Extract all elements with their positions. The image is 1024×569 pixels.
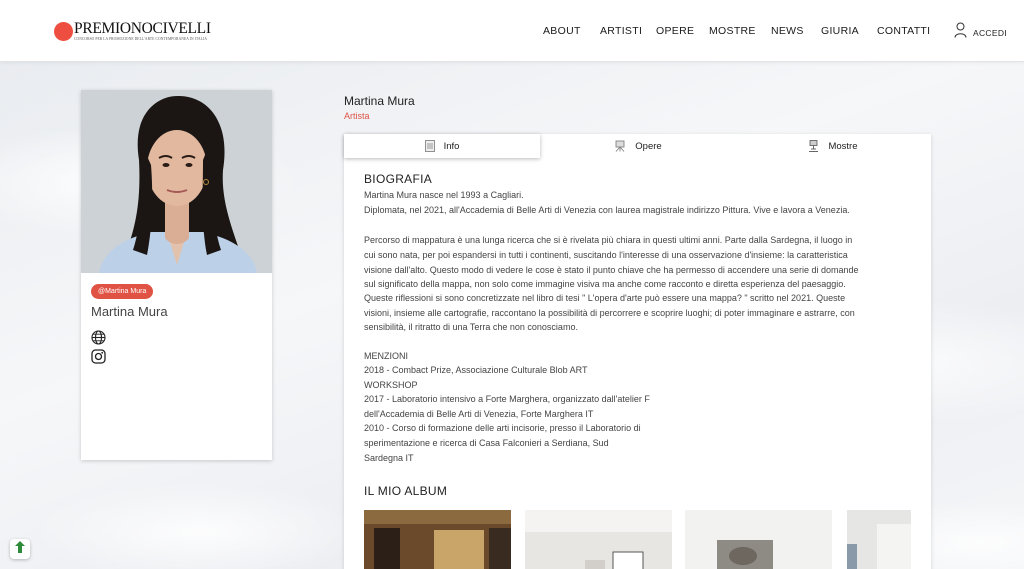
nav-item-news[interactable]: NEWS bbox=[771, 25, 804, 37]
bio-line: 2010 - Corso di formazione delle arti in… bbox=[364, 423, 641, 433]
album-heading: IL MIO ALBUM bbox=[364, 484, 448, 498]
exhibition-icon bbox=[808, 140, 819, 152]
bio-line: 2018 - Combact Prize, Associazione Cultu… bbox=[364, 365, 588, 375]
tab-info-label: Info bbox=[443, 140, 460, 152]
nav-item-about[interactable]: ABOUT bbox=[543, 25, 581, 37]
instagram-icon[interactable] bbox=[91, 349, 106, 369]
bio-line: WORKSHOP bbox=[364, 380, 418, 390]
nav-item-artisti[interactable]: ARTISTI bbox=[600, 25, 642, 37]
bio-line: sensibilità, il ritratto di una Terra ch… bbox=[364, 322, 578, 332]
profile-name: Martina Mura bbox=[91, 304, 168, 319]
tab-mostre[interactable]: Mostre bbox=[735, 134, 931, 158]
arrow-up-icon bbox=[15, 540, 25, 558]
artist-role: Artista bbox=[344, 111, 370, 121]
album-photo[interactable] bbox=[847, 510, 911, 569]
bio-line: MENZIONI bbox=[364, 351, 408, 361]
profile-card: @Martina Mura Martina Mura bbox=[81, 90, 272, 460]
logo-tagline: CONCORSO PER LA PROMOZIONE DELL'ARTE CON… bbox=[74, 37, 208, 41]
artist-photo bbox=[81, 90, 272, 273]
bio-line: Sardegna IT bbox=[364, 453, 414, 463]
album-photo[interactable] bbox=[364, 510, 511, 569]
album-photo[interactable] bbox=[525, 510, 672, 569]
bio-line: Queste riflessioni si sono concretizzate… bbox=[364, 293, 846, 303]
artist-content-panel: Info Opere Mostre BIOGRAFIA Martina Mura… bbox=[344, 134, 931, 569]
info-document-icon bbox=[424, 140, 435, 152]
tab-opere[interactable]: Opere bbox=[540, 134, 736, 158]
biography-heading: BIOGRAFIA bbox=[364, 172, 433, 186]
artist-name: Martina Mura bbox=[344, 94, 415, 108]
nav-item-opere[interactable]: OPERE bbox=[656, 25, 694, 37]
bio-line: Diplomata, nel 2021, all'Accademia di Be… bbox=[364, 205, 850, 215]
login-button[interactable]: ACCEDI bbox=[954, 22, 1007, 43]
bio-line: dell'Accademia di Belle Arti di Venezia,… bbox=[364, 409, 594, 419]
accessibility-button[interactable] bbox=[10, 539, 30, 559]
tab-info[interactable]: Info bbox=[344, 134, 540, 158]
logo-red-dot bbox=[54, 22, 73, 41]
bio-line: sperimentazione e ricerca di Casa Falcon… bbox=[364, 438, 609, 448]
nav-item-contatti[interactable]: CONTATTI bbox=[877, 25, 930, 37]
bio-line: Percorso di mappatura è una lunga ricerc… bbox=[364, 235, 853, 245]
bio-line: visioni, insieme alle cartografie, racco… bbox=[364, 308, 855, 318]
tab-mostre-label: Mostre bbox=[828, 140, 858, 152]
nav-item-mostre[interactable]: MOSTRE bbox=[709, 25, 756, 37]
login-label: ACCEDI bbox=[973, 27, 1007, 38]
easel-icon bbox=[614, 140, 626, 152]
site-header: PREMIONOCIVELLI CONCORSO PER LA PROMOZIO… bbox=[0, 0, 1024, 62]
bio-line: visione dall'alto. Questo modo di vedere… bbox=[364, 265, 859, 275]
nav-item-giuria[interactable]: GIURIA bbox=[821, 25, 859, 37]
album-photo[interactable] bbox=[685, 510, 832, 569]
bio-line: sul significato della mappa, non solo co… bbox=[364, 279, 846, 289]
bio-line: cui sono nata, per poi espandersi in tut… bbox=[364, 250, 848, 260]
logo-name: PREMIONOCIVELLI bbox=[74, 20, 211, 37]
tab-opere-label: Opere bbox=[635, 140, 662, 152]
user-icon bbox=[954, 22, 967, 43]
globe-icon[interactable] bbox=[91, 330, 106, 350]
bio-line: 2017 - Laboratorio intensivo a Forte Mar… bbox=[364, 394, 650, 404]
site-logo[interactable]: PREMIONOCIVELLI CONCORSO PER LA PROMOZIO… bbox=[54, 21, 211, 43]
artist-handle-badge[interactable]: @Martina Mura bbox=[91, 284, 154, 299]
bio-line: Martina Mura nasce nel 1993 a Cagliari. bbox=[364, 190, 524, 200]
